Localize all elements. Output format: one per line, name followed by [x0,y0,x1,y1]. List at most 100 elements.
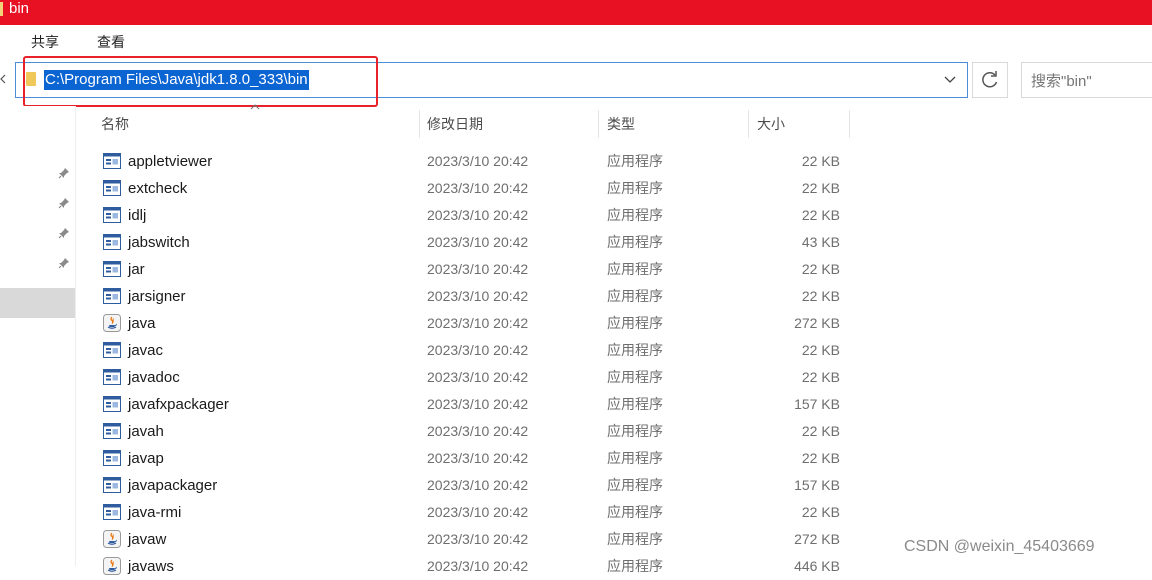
file-date: 2023/3/10 20:42 [427,261,529,277]
file-size: 22 KB [801,369,840,385]
file-date: 2023/3/10 20:42 [427,234,529,250]
search-input[interactable] [1031,71,1146,91]
file-row[interactable]: javah 2023/3/10 20:42 应用程序 22 KB [95,418,855,445]
exe-icon [103,180,121,196]
exe-icon [103,369,121,385]
up-chevron-icon[interactable] [0,73,6,87]
file-type: 应用程序 [607,261,663,277]
pin-icon[interactable] [58,197,70,209]
watermark: CSDN @weixin_45403669 [904,538,1095,555]
java-icon [103,530,121,548]
file-type: 应用程序 [607,369,663,385]
exe-icon [103,396,121,412]
file-row[interactable]: jar 2023/3/10 20:42 应用程序 22 KB [95,256,855,283]
file-name: java [128,315,156,332]
file-row[interactable]: java-rmi 2023/3/10 20:42 应用程序 22 KB [95,499,855,526]
tab-share[interactable]: 共享 [31,32,59,52]
file-name: javaws [128,558,174,575]
pin-icon[interactable] [58,167,70,179]
file-type: 应用程序 [607,288,663,304]
file-name: javafxpackager [128,396,229,413]
exe-icon [103,504,121,520]
file-date: 2023/3/10 20:42 [427,504,529,520]
file-type: 应用程序 [607,207,663,223]
file-type: 应用程序 [607,396,663,412]
pin-icon[interactable] [58,227,70,239]
file-name: javapackager [128,477,218,494]
file-row[interactable]: javaws 2023/3/10 20:42 应用程序 446 KB [95,553,855,580]
file-row[interactable]: appletviewer 2023/3/10 20:42 应用程序 22 KB [95,148,855,175]
file-size: 22 KB [801,504,840,520]
file-size: 22 KB [801,180,840,196]
file-date: 2023/3/10 20:42 [427,369,529,385]
file-row[interactable]: javadoc 2023/3/10 20:42 应用程序 22 KB [95,364,855,391]
column-header-name[interactable]: 名称 [101,106,129,142]
file-type: 应用程序 [607,504,663,520]
exe-icon [103,423,121,439]
file-name: javap [128,450,164,467]
file-date: 2023/3/10 20:42 [427,153,529,169]
file-name: extcheck [128,180,188,197]
exe-icon [103,207,121,223]
file-type: 应用程序 [607,531,663,547]
file-date: 2023/3/10 20:42 [427,423,529,439]
file-name: javac [128,342,164,359]
file-type: 应用程序 [607,558,663,574]
refresh-button[interactable] [972,62,1008,98]
search-box[interactable] [1021,62,1152,98]
file-size: 446 KB [794,558,840,574]
column-header-date[interactable]: 修改日期 [427,106,483,142]
file-row[interactable]: jabswitch 2023/3/10 20:42 应用程序 43 KB [95,229,855,256]
file-row[interactable]: javapackager 2023/3/10 20:42 应用程序 157 KB [95,472,855,499]
tab-view[interactable]: 查看 [97,32,125,52]
file-size: 272 KB [794,531,840,547]
file-date: 2023/3/10 20:42 [427,180,529,196]
file-size: 22 KB [801,450,840,466]
file-size: 22 KB [801,207,840,223]
file-date: 2023/3/10 20:42 [427,477,529,493]
file-type: 应用程序 [607,315,663,331]
exe-icon [103,261,121,277]
file-row[interactable]: jarsigner 2023/3/10 20:42 应用程序 22 KB [95,283,855,310]
file-date: 2023/3/10 20:42 [427,288,529,304]
pin-icon[interactable] [58,257,70,269]
column-divider[interactable] [598,110,599,138]
chevron-down-icon[interactable] [943,72,957,86]
sort-ascending-icon [250,104,260,110]
highlight-box [23,56,378,107]
file-row[interactable]: idlj 2023/3/10 20:42 应用程序 22 KB [95,202,855,229]
file-row[interactable]: extcheck 2023/3/10 20:42 应用程序 22 KB [95,175,855,202]
file-name: java-rmi [128,504,182,521]
exe-icon [103,288,121,304]
file-name: jar [128,261,145,278]
file-name: idlj [128,207,147,224]
file-row[interactable]: javap 2023/3/10 20:42 应用程序 22 KB [95,445,855,472]
title-bar: bin [0,0,1152,25]
exe-icon [103,450,121,466]
column-divider[interactable] [748,110,749,138]
java-icon [103,557,121,575]
file-date: 2023/3/10 20:42 [427,450,529,466]
file-name: appletviewer [128,153,213,170]
file-name: javadoc [128,369,180,386]
file-type: 应用程序 [607,153,663,169]
file-name: javah [128,423,164,440]
file-name: javaw [128,531,167,548]
file-row[interactable]: javac 2023/3/10 20:42 应用程序 22 KB [95,337,855,364]
file-date: 2023/3/10 20:42 [427,531,529,547]
file-date: 2023/3/10 20:42 [427,558,529,574]
file-row[interactable]: java 2023/3/10 20:42 应用程序 272 KB [95,310,855,337]
file-row[interactable]: javaw 2023/3/10 20:42 应用程序 272 KB [95,526,855,553]
column-divider[interactable] [419,110,420,138]
column-header-size[interactable]: 大小 [757,106,785,142]
column-divider[interactable] [849,110,850,138]
file-type: 应用程序 [607,477,663,493]
file-date: 2023/3/10 20:42 [427,342,529,358]
file-row[interactable]: javafxpackager 2023/3/10 20:42 应用程序 157 KB [95,391,855,418]
folder-icon [0,2,3,16]
column-header-type[interactable]: 类型 [607,106,635,142]
file-size: 272 KB [794,315,840,331]
file-date: 2023/3/10 20:42 [427,207,529,223]
file-size: 157 KB [794,396,840,412]
nav-item-selected[interactable] [0,288,75,318]
